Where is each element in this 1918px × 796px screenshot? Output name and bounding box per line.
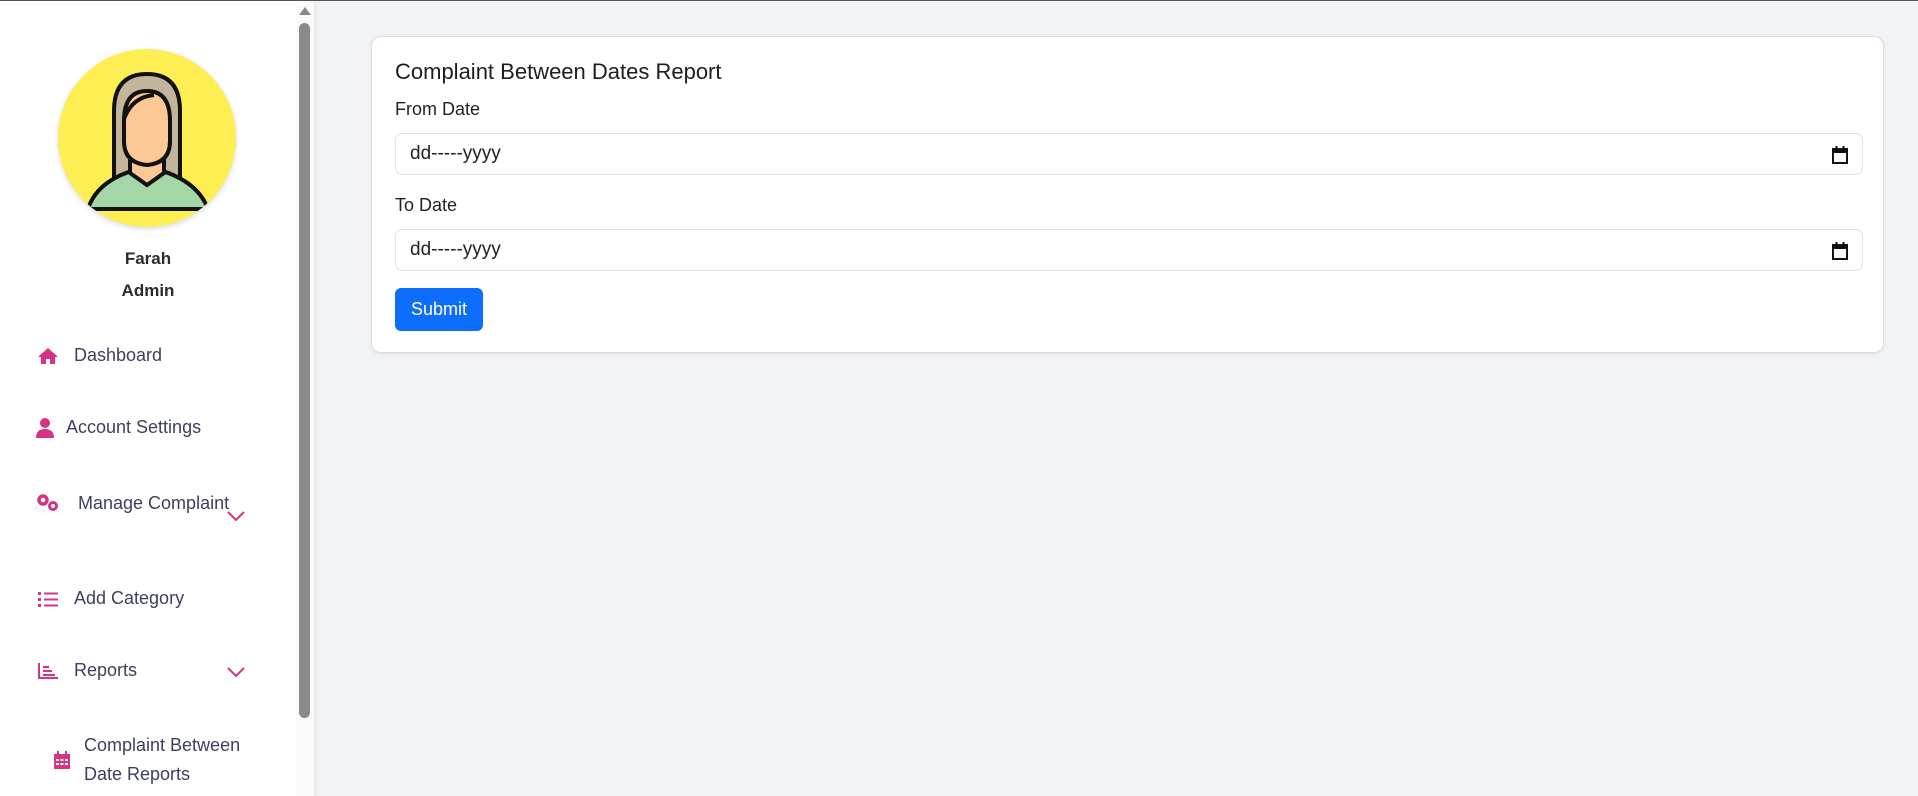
report-form-card: Complaint Between Dates Report From Date…: [371, 36, 1884, 353]
sidebar-item-label: Manage Complaint: [78, 493, 230, 513]
to-date-input[interactable]: dd-----yyyy: [395, 229, 1863, 271]
avatar: [58, 49, 236, 227]
sidebar-item-label: Reports: [74, 660, 138, 680]
list-icon: [36, 589, 60, 609]
sidebar-item-reports[interactable]: Reports: [36, 660, 137, 681]
to-date-value: dd-----yyyy: [410, 239, 501, 260]
from-date-value: dd-----yyyy: [410, 143, 501, 164]
calendar-icon[interactable]: [1832, 242, 1848, 260]
sidebar-item-label: Account Settings: [66, 417, 202, 437]
home-icon: [36, 346, 60, 366]
submit-button[interactable]: Submit: [395, 288, 483, 331]
user-avatar-icon: [85, 71, 211, 211]
sidebar-item-account-settings[interactable]: Account Settings: [36, 417, 201, 438]
from-date-label: From Date: [395, 99, 481, 119]
chart-icon: [36, 661, 60, 681]
sidebar: Farah Admin Dashboard Account Settings M…: [0, 1, 314, 796]
sidebar-item-label: Dashboard: [74, 345, 163, 365]
calendar-icon: [54, 750, 70, 770]
sidebar-item-complaint-between-date-reports[interactable]: Complaint Between Date Reports: [54, 731, 264, 789]
calendar-icon[interactable]: [1832, 146, 1848, 164]
from-date-input[interactable]: dd-----yyyy: [395, 133, 1863, 175]
sidebar-item-manage-complaint[interactable]: Manage Complaint: [36, 489, 229, 517]
sidebar-item-add-category[interactable]: Add Category: [36, 588, 184, 609]
to-date-label: To Date: [395, 195, 458, 215]
chevron-down-icon[interactable]: [226, 665, 246, 679]
user-icon: [36, 417, 54, 438]
sidebar-item-dashboard[interactable]: Dashboard: [36, 345, 162, 366]
page-title: Complaint Between Dates Report: [395, 59, 722, 84]
sidebar-item-label: Complaint Between Date Reports: [84, 735, 241, 784]
sidebar-item-label: Add Category: [74, 588, 185, 608]
user-role: Admin: [121, 281, 175, 300]
scroll-up-arrow-icon[interactable]: [299, 7, 311, 15]
chevron-down-icon[interactable]: [226, 509, 246, 523]
user-name: Farah: [124, 249, 172, 268]
scrollbar-thumb[interactable]: [299, 23, 310, 718]
gears-icon: [36, 493, 60, 513]
